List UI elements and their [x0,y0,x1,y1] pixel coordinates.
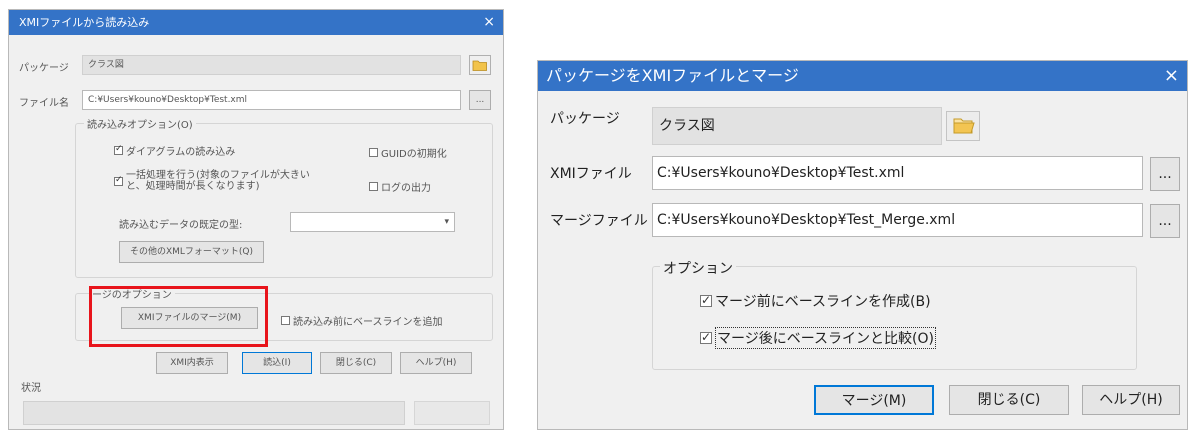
import-file-label: ファイル名 [19,98,69,109]
highlight-frame [89,286,268,347]
import-package-label: パッケージ [19,63,69,74]
merge-file-input[interactable]: C:¥Users¥kouno¥Desktop¥Test_Merge.xml [652,203,1143,237]
import-progress-bar [23,401,405,425]
status-label: 状況 [21,383,41,394]
xmi-file-browse-button[interactable]: ... [1150,157,1180,191]
xmi-display-button[interactable]: XMI内表示 [156,352,228,374]
default-type-select[interactable]: ▾ [290,212,455,232]
merge-file-browse-button[interactable]: ... [1150,204,1180,238]
import-dialog-titlebar: XMIファイルから読み込み × [9,10,503,35]
checkbox-icon: ✓ [114,174,123,186]
merge-button[interactable]: マージ(M) [814,385,934,415]
merge-options-label: オプション [660,258,736,278]
status-secondary-panel [414,401,490,425]
checkbox-icon [369,182,378,191]
chevron-down-icon: ▾ [444,217,449,227]
merge-dialog-title: パッケージをXMIファイルとマージ [546,66,799,85]
import-diagrams-checkbox[interactable]: ✓ ダイアグラムの読み込み [114,143,235,158]
import-dialog-title: XMIファイルから読み込み [19,16,150,29]
merge-package-label: パッケージ [550,111,620,127]
log-output-checkbox[interactable]: ログの出力 [369,179,431,194]
merge-options-group [652,266,1137,370]
merge-close-button[interactable]: 閉じる(C) [949,385,1069,415]
import-file-input[interactable]: C:¥Users¥kouno¥Desktop¥Test.xml [82,90,461,110]
batch-process-checkbox[interactable]: ✓ 一括処理を行う(対象のファイルが大きい と、処理時間が長くなります) [114,170,310,192]
import-button[interactable]: 読込(I) [242,352,312,374]
checkbox-icon [369,148,378,157]
folder-open-icon[interactable] [469,55,491,75]
checkbox-icon: ✓ [700,330,712,344]
strip-guid-checkbox[interactable]: GUIDの初期化 [369,145,447,160]
import-xmi-dialog: XMIファイルから読み込み × パッケージ クラス図 ファイル名 C:¥User… [8,9,504,430]
import-dialog-close-icon[interactable]: × [483,10,495,35]
checkbox-icon [281,316,290,325]
compare-after-merge-checkbox[interactable]: ✓ マージ後にベースラインと比較(O) [700,327,936,349]
merge-help-button[interactable]: ヘルプ(H) [1082,385,1180,415]
import-options-label: 読み込みオプション(O) [84,116,196,131]
merge-file-label: マージファイル [550,213,648,229]
import-browse-button[interactable]: ... [469,90,491,110]
baseline-before-merge-checkbox[interactable]: ✓ マージ前にベースラインを作成(B) [700,291,931,311]
import-close-button[interactable]: 閉じる(C) [320,352,392,374]
xmi-file-label: XMIファイル [550,166,632,182]
merge-package-field: クラス図 [652,107,942,145]
merge-dialog-titlebar: パッケージをXMIファイルとマージ × [538,61,1187,91]
checkbox-icon: ✓ [700,293,712,307]
checkbox-icon: ✓ [114,144,123,155]
baseline-before-import-checkbox[interactable]: 読み込み前にベースラインを追加 [281,313,443,328]
import-package-field: クラス図 [82,55,461,75]
merge-xmi-dialog: パッケージをXMIファイルとマージ × パッケージ クラス図 XMIファイル C… [537,60,1188,430]
default-type-label: 読み込むデータの既定の型: [119,220,243,231]
xmi-file-input[interactable]: C:¥Users¥kouno¥Desktop¥Test.xml [652,156,1143,190]
merge-dialog-close-icon[interactable]: × [1164,61,1179,91]
import-help-button[interactable]: ヘルプ(H) [400,352,472,374]
other-xml-format-button[interactable]: その他のXMLフォーマット(Q) [119,241,264,263]
folder-open-icon[interactable] [946,111,980,141]
